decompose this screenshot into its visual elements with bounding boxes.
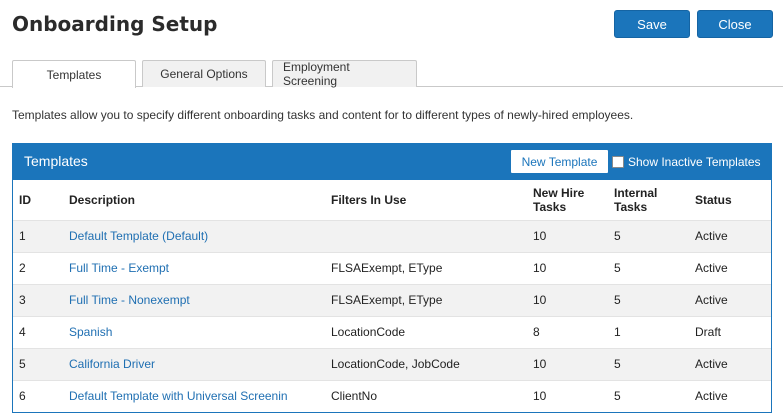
cell-id: 4 — [13, 315, 63, 348]
cell-status: Draft — [689, 315, 771, 348]
template-link[interactable]: Default Template (Default) — [69, 229, 208, 243]
header-status: Status — [695, 192, 732, 207]
cell-new-hire-tasks: 10 — [527, 251, 608, 284]
cell-filters: LocationCode — [325, 315, 527, 348]
cell-filters: FLSAExempt, EType — [325, 283, 527, 316]
cell-status: Active — [689, 379, 771, 412]
panel-title: Templates — [24, 153, 88, 169]
cell-new-hire-tasks: 10 — [527, 283, 608, 316]
cell-internal-tasks: 5 — [608, 347, 689, 380]
table-row: 4 Spanish LocationCode 8 1 Draft — [13, 315, 771, 348]
cell-new-hire-tasks: 8 — [527, 315, 608, 348]
table-row: 2 Full Time - Exempt FLSAExempt, EType 1… — [13, 251, 771, 284]
table-row: 5 California Driver LocationCode, JobCod… — [13, 347, 771, 380]
cell-filters — [325, 219, 527, 252]
header-description: Description — [69, 192, 136, 207]
tab-templates[interactable]: Templates — [12, 60, 136, 88]
header-internal-line1: Internal — [614, 185, 658, 200]
header-internal-line2: Tasks — [614, 199, 648, 214]
cell-internal-tasks: 5 — [608, 251, 689, 284]
table-row: 6 Default Template with Universal Screen… — [13, 379, 771, 412]
tab-general-options[interactable]: General Options — [142, 60, 266, 87]
panel-header: Templates New Template Show Inactive Tem… — [13, 144, 771, 180]
templates-table: ID Description Filters In Use New Hire T… — [13, 180, 771, 412]
show-inactive-checkbox[interactable] — [612, 156, 624, 168]
tab-employment-screening[interactable]: Employment Screening — [272, 60, 417, 88]
cell-filters: FLSAExempt, EType — [325, 251, 527, 284]
cell-internal-tasks: 5 — [608, 379, 689, 412]
header-new-hire-line1: New Hire — [533, 185, 585, 200]
table-row: 3 Full Time - Nonexempt FLSAExempt, ETyp… — [13, 283, 771, 316]
tab-bar: Templates General Options Employment Scr… — [0, 60, 783, 88]
template-link[interactable]: Full Time - Nonexempt — [69, 293, 190, 307]
cell-id: 6 — [13, 379, 63, 412]
header-filters: Filters In Use — [331, 192, 407, 207]
cell-internal-tasks: 1 — [608, 315, 689, 348]
new-template-button[interactable]: New Template — [510, 149, 609, 174]
cell-internal-tasks: 5 — [608, 283, 689, 316]
cell-internal-tasks: 5 — [608, 219, 689, 252]
template-link[interactable]: Full Time - Exempt — [69, 261, 169, 275]
template-link[interactable]: California Driver — [69, 357, 155, 371]
save-button[interactable]: Save — [614, 10, 690, 38]
cell-status: Active — [689, 219, 771, 252]
cell-status: Active — [689, 283, 771, 316]
cell-new-hire-tasks: 10 — [527, 219, 608, 252]
show-inactive-toggle[interactable]: Show Inactive Templates — [612, 155, 761, 169]
cell-id: 1 — [13, 219, 63, 252]
cell-id: 2 — [13, 251, 63, 284]
cell-status: Active — [689, 251, 771, 284]
template-link[interactable]: Spanish — [69, 325, 112, 339]
show-inactive-label[interactable]: Show Inactive Templates — [628, 155, 761, 169]
close-button[interactable]: Close — [697, 10, 773, 38]
table-row: 1 Default Template (Default) 10 5 Active — [13, 219, 771, 252]
header-new-hire-tasks: New Hire Tasks — [527, 180, 608, 220]
cell-id: 5 — [13, 347, 63, 380]
page-title: Onboarding Setup — [12, 12, 218, 36]
templates-panel: Templates New Template Show Inactive Tem… — [12, 143, 772, 413]
header-id: ID — [19, 192, 31, 207]
cell-id: 3 — [13, 283, 63, 316]
cell-filters: ClientNo — [325, 379, 527, 412]
template-link[interactable]: Default Template with Universal Screenin — [69, 389, 288, 403]
cell-filters: LocationCode, JobCode — [325, 347, 527, 380]
header-new-hire-line2: Tasks — [533, 199, 567, 214]
cell-new-hire-tasks: 10 — [527, 379, 608, 412]
cell-new-hire-tasks: 10 — [527, 347, 608, 380]
header-internal-tasks: Internal Tasks — [608, 180, 689, 220]
intro-text: Templates allow you to specify different… — [12, 108, 634, 122]
table-header-row: ID Description Filters In Use New Hire T… — [13, 180, 771, 220]
cell-status: Active — [689, 347, 771, 380]
